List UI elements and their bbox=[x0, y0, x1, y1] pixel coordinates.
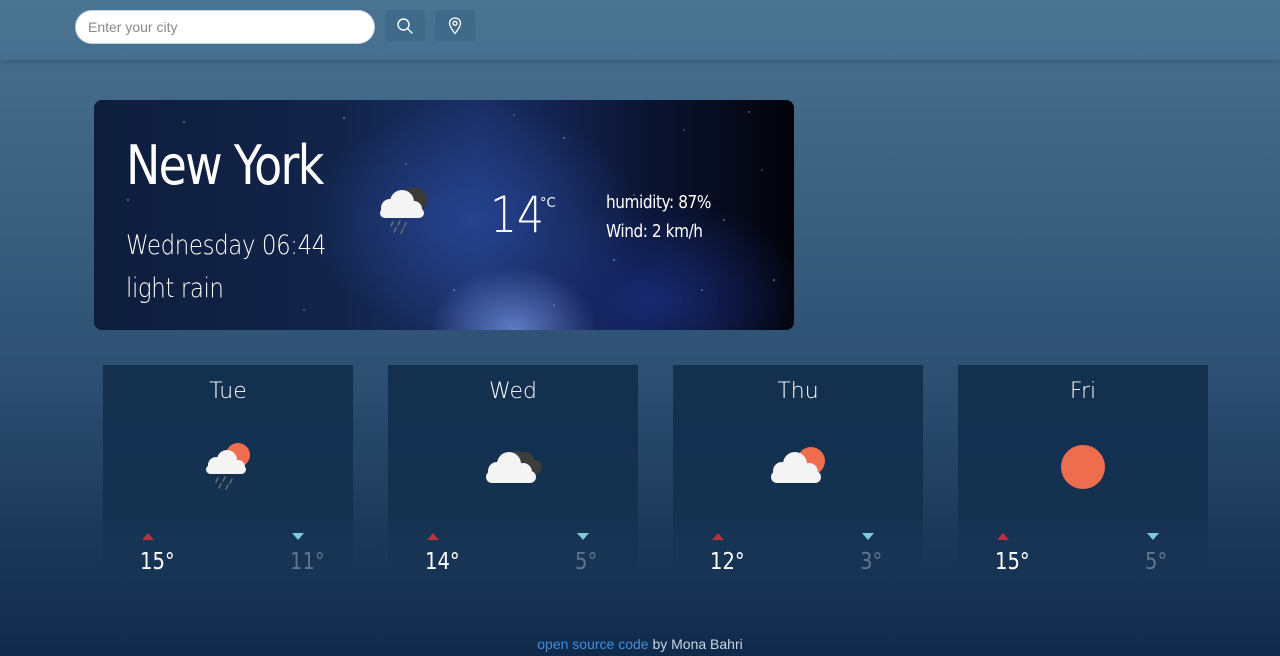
forecast-day-name: Tue bbox=[209, 379, 247, 404]
high-temperature: 12° bbox=[710, 549, 745, 575]
forecast-card-wed: Wed 14° 5° bbox=[388, 365, 638, 580]
low-temp-arrow-icon bbox=[577, 533, 589, 540]
current-datetime: Wednesday 06:44 bbox=[126, 230, 326, 261]
search-icon bbox=[397, 18, 413, 34]
cloud-sun-icon bbox=[771, 447, 825, 483]
high-temperature: 15° bbox=[140, 549, 175, 575]
low-temp-arrow-icon bbox=[292, 533, 304, 540]
high-temperature: 15° bbox=[995, 549, 1030, 575]
forecast-card-fri: Fri 15° 5° bbox=[958, 365, 1208, 580]
forecast-day-name: Thu bbox=[777, 379, 819, 404]
low-temp-arrow-icon bbox=[1147, 533, 1159, 540]
wind-readout: Wind: 2 km/h bbox=[606, 221, 703, 242]
location-pin-icon bbox=[448, 17, 462, 35]
cloud-rain-sun-icon bbox=[206, 443, 250, 490]
top-bar bbox=[0, 0, 1280, 60]
cloud-rain-dark-icon bbox=[380, 187, 427, 234]
low-temperature: 5° bbox=[1145, 549, 1168, 575]
current-temperature: 14 bbox=[490, 186, 545, 244]
current-weather-card: New York Wednesday 06:44 light rain 14 °… bbox=[94, 100, 794, 330]
forecast-day-name: Wed bbox=[489, 379, 537, 404]
author-credit: by Mona Bahri bbox=[648, 636, 743, 652]
forecast-card-thu: Thu 12° 3° bbox=[673, 365, 923, 580]
sun-icon bbox=[1061, 445, 1105, 489]
high-temperature: 14° bbox=[425, 549, 460, 575]
city-search-input[interactable] bbox=[75, 10, 375, 44]
location-button[interactable] bbox=[435, 10, 475, 42]
humidity-readout: humidity: 87% bbox=[606, 192, 711, 213]
high-temp-arrow-icon bbox=[997, 533, 1009, 540]
low-temperature: 11° bbox=[290, 549, 325, 575]
cloud-dark-icon bbox=[486, 451, 542, 483]
search-button[interactable] bbox=[385, 10, 425, 42]
low-temperature: 3° bbox=[860, 549, 883, 575]
low-temp-arrow-icon bbox=[862, 533, 874, 540]
city-name: New York bbox=[126, 134, 324, 197]
open-source-link[interactable]: open source code bbox=[537, 636, 648, 652]
weather-description: light rain bbox=[126, 273, 224, 304]
footer-credit: open source code by Mona Bahri bbox=[0, 636, 1280, 652]
forecast-day-name: Fri bbox=[1069, 379, 1097, 404]
forecast-card-tue: Tue 15° 11° bbox=[103, 365, 353, 580]
high-temp-arrow-icon bbox=[712, 533, 724, 540]
low-temperature: 5° bbox=[575, 549, 598, 575]
temperature-unit: °C bbox=[540, 196, 556, 211]
high-temp-arrow-icon bbox=[427, 533, 439, 540]
high-temp-arrow-icon bbox=[142, 533, 154, 540]
